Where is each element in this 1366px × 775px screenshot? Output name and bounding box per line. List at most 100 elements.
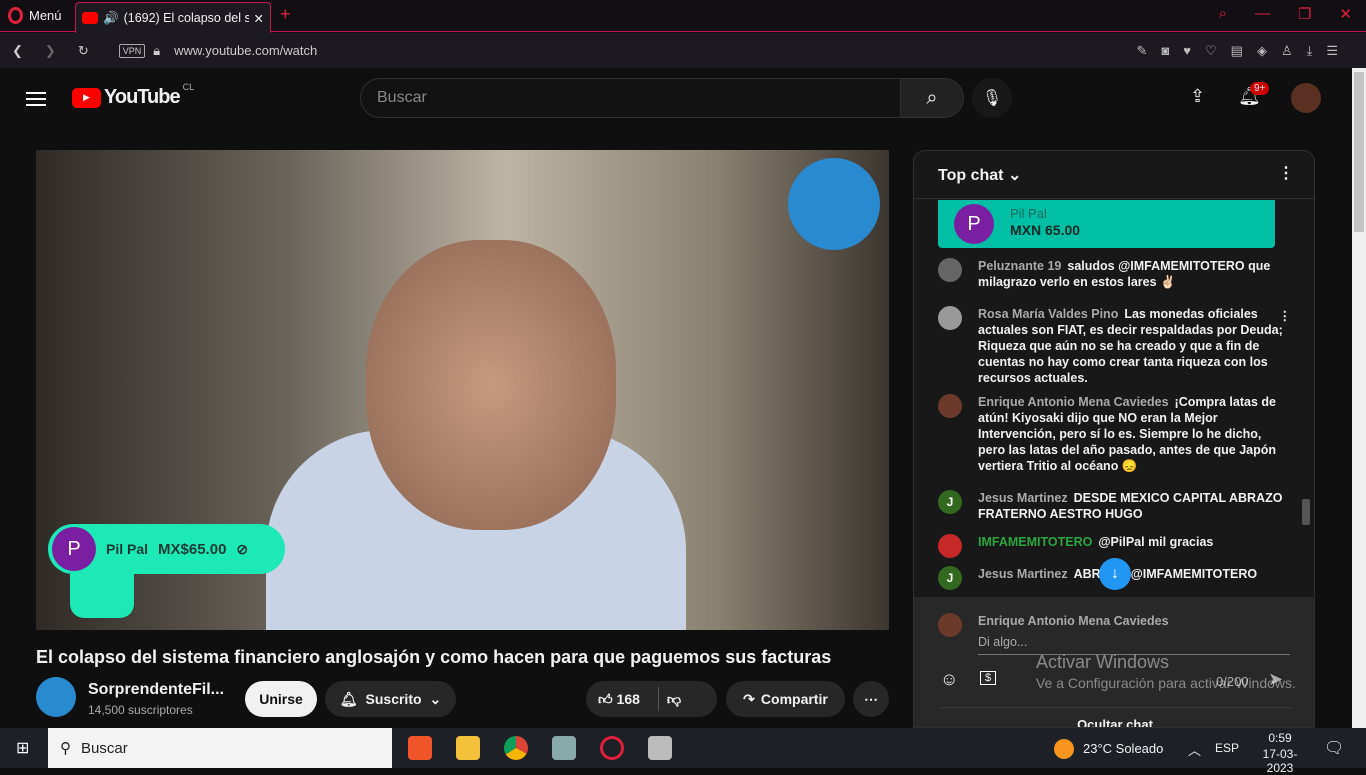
search-button[interactable]: ⌕ (900, 78, 964, 118)
opera-menu-button[interactable]: Menú (8, 7, 62, 24)
video-title: El colapso del sistema financiero anglos… (36, 647, 832, 667)
pinned-superchat[interactable]: P Pil Pal MXN 65.00 (938, 200, 1275, 248)
block-icon: ⊘ (236, 540, 249, 557)
search-icon: ⚲ (60, 740, 71, 757)
emoji-icon[interactable]: ☺ (940, 669, 958, 690)
share-button[interactable]: ↷ Compartir (726, 681, 845, 717)
overlay-avatar: P (52, 527, 96, 571)
input-author: Enrique Antonio Mena Caviedes (978, 614, 1169, 628)
tray-chevron-up-icon[interactable]: ︿ (1188, 740, 1201, 759)
clock-date: 17-03-2023 (1262, 747, 1298, 775)
join-button[interactable]: Unirse (245, 681, 317, 717)
chevron-down-icon: ⌄ (429, 690, 442, 707)
video-frame-person (366, 240, 616, 530)
close-tab-icon[interactable]: ✕ (254, 11, 264, 26)
browser-tab[interactable]: 🔊 (1692) El colapso del sis ✕ (75, 2, 271, 33)
send-icon[interactable]: ➤ (1268, 669, 1283, 690)
scroll-to-bottom-button[interactable]: ↓ (1099, 558, 1131, 590)
windows-start-icon[interactable]: ⊞ (16, 738, 29, 758)
notifications-bell-icon[interactable]: 🔔︎ 9+ (1238, 82, 1270, 107)
user-avatar[interactable] (1291, 83, 1321, 113)
upload-icon[interactable]: ⇪ (1190, 86, 1205, 107)
message-author[interactable]: Jesus Martinez (978, 491, 1068, 505)
message-text: @PilPal mil gracias (1098, 535, 1214, 549)
dislike-button[interactable]: 👎︎ (667, 691, 681, 708)
language-indicator[interactable]: ESP (1215, 741, 1239, 755)
weather-sun-icon (1054, 739, 1074, 759)
opera-taskbar-icon[interactable] (600, 736, 624, 760)
message-menu-icon[interactable]: ⋮ (1279, 308, 1292, 324)
clock[interactable]: 0:59 17-03-2023 (1250, 731, 1310, 775)
youtube-logo[interactable]: ▶ YouTube CL (72, 82, 194, 109)
hide-chat-button[interactable]: Ocultar chat (914, 717, 1314, 727)
subscriber-count: 14,500 suscriptores (88, 703, 193, 717)
microphone-icon: 🎙︎ (981, 90, 1003, 107)
subscribed-label: Suscrito (365, 691, 422, 707)
tab-title: (1692) El colapso del sis (123, 11, 249, 25)
more-actions-button[interactable]: ⋯ (853, 681, 889, 717)
taskbar-search[interactable]: ⚲ Buscar (48, 728, 392, 768)
like-count: 168 (616, 690, 640, 707)
region-code: CL (182, 82, 195, 92)
chat-scrollbar[interactable] (1302, 499, 1310, 525)
minimize-button[interactable]: — (1255, 5, 1270, 23)
browser-tab-bar: Menú 🔊 (1692) El colapso del sis ✕ + ⌕ — ❐ ✕ (0, 0, 1366, 33)
weather-text[interactable]: 23°C Soleado (1083, 741, 1163, 756)
brave-icon[interactable] (408, 736, 432, 760)
message-author[interactable]: Rosa María Valdes Pino (978, 307, 1118, 321)
author-avatar (938, 306, 962, 330)
superchat-author: Pil Pal (1010, 206, 1047, 221)
chat-message: J Jesus Martinez DESDE MEXICO CAPITAL ABRA… (938, 490, 1283, 522)
chat-header: Top chat ⌄ ⋮ (914, 151, 1314, 199)
message-author[interactable]: Enrique Antonio Mena Caviedes (978, 395, 1169, 409)
like-button[interactable]: 👍︎ 168 (598, 691, 640, 708)
superchat-amount: MXN 65.00 (1010, 222, 1081, 238)
close-window-button[interactable]: ✕ (1339, 5, 1352, 23)
chat-mode-selector[interactable]: Top chat (938, 167, 1003, 184)
voice-search-button[interactable]: 🎙︎ (972, 78, 1012, 118)
message-author[interactable]: IMFAMEMITOTERO (978, 535, 1092, 549)
user-avatar (938, 613, 962, 637)
clock-time: 0:59 (1268, 731, 1292, 745)
new-tab-button[interactable]: + (280, 4, 291, 25)
file-explorer-icon[interactable] (456, 736, 480, 760)
subscribed-button[interactable]: 🔔︎ Suscrito ⌄ (325, 681, 456, 717)
vpn-badge[interactable]: VPN (118, 43, 146, 58)
chat-message-input[interactable]: Di algo... (978, 635, 1290, 655)
chrome-icon[interactable] (504, 736, 528, 760)
overlay-tail (70, 574, 134, 618)
message-author[interactable]: Peluznante 19 (978, 259, 1061, 273)
chat-input-area: Enrique Antonio Mena Caviedes Di algo...… (914, 597, 1314, 727)
forward-icon[interactable]: ❯ (45, 43, 56, 59)
app-icon[interactable] (552, 736, 576, 760)
message-author[interactable]: Jesus Martinez (978, 567, 1068, 581)
address-bar: ❮ ❯ ↻ VPN 🔒︎ www.youtube.com/watch ✎◙♥♡▤… (0, 33, 1366, 68)
maximize-button[interactable]: ❐ (1298, 5, 1311, 23)
chat-menu-icon[interactable]: ⋮ (1278, 163, 1294, 183)
like-dislike-group: 👍︎ 168 👎︎ (586, 681, 717, 717)
share-label: Compartir (760, 691, 828, 707)
notification-badge: 9+ (1250, 82, 1270, 95)
chat-message: IMFAMEMITOTERO @PilPal mil gracias (938, 534, 1283, 558)
overlay-amount: MX$65.00 (158, 540, 227, 558)
search-icon: ⌕ (926, 86, 938, 109)
channel-avatar[interactable] (36, 677, 76, 717)
chevron-down-icon[interactable]: ⌄ (1008, 167, 1021, 184)
search-tabs-icon[interactable]: ⌕ (1219, 5, 1227, 23)
notification-center-icon[interactable]: 🗨︎ (1324, 738, 1344, 758)
page-scrollbar[interactable] (1352, 68, 1366, 728)
url-field[interactable]: www.youtube.com/watch (174, 43, 317, 58)
super-chat-dollar-icon[interactable]: $ (980, 671, 997, 685)
author-avatar (938, 258, 962, 282)
live-chat-panel: Top chat ⌄ ⋮ P Pil Pal MXN 65.00 Peluzna… (913, 150, 1315, 728)
author-avatar (938, 394, 962, 418)
video-player[interactable]: P Pil Pal MX$65.00 ⊘ (36, 150, 889, 630)
reload-icon[interactable]: ↻ (78, 43, 89, 59)
channel-name[interactable]: SorprendenteFil... (88, 681, 224, 699)
search-input[interactable]: Buscar (360, 78, 901, 118)
hamburger-menu-icon[interactable] (26, 88, 46, 110)
back-icon[interactable]: ❮ (12, 43, 23, 59)
paint-icon[interactable] (648, 736, 672, 760)
chat-message: Rosa María Valdes Pino Las monedas oficia… (938, 306, 1291, 386)
browser-toolbar-icons[interactable]: ✎◙♥♡▤◈♙⤓☰ (1137, 43, 1352, 59)
